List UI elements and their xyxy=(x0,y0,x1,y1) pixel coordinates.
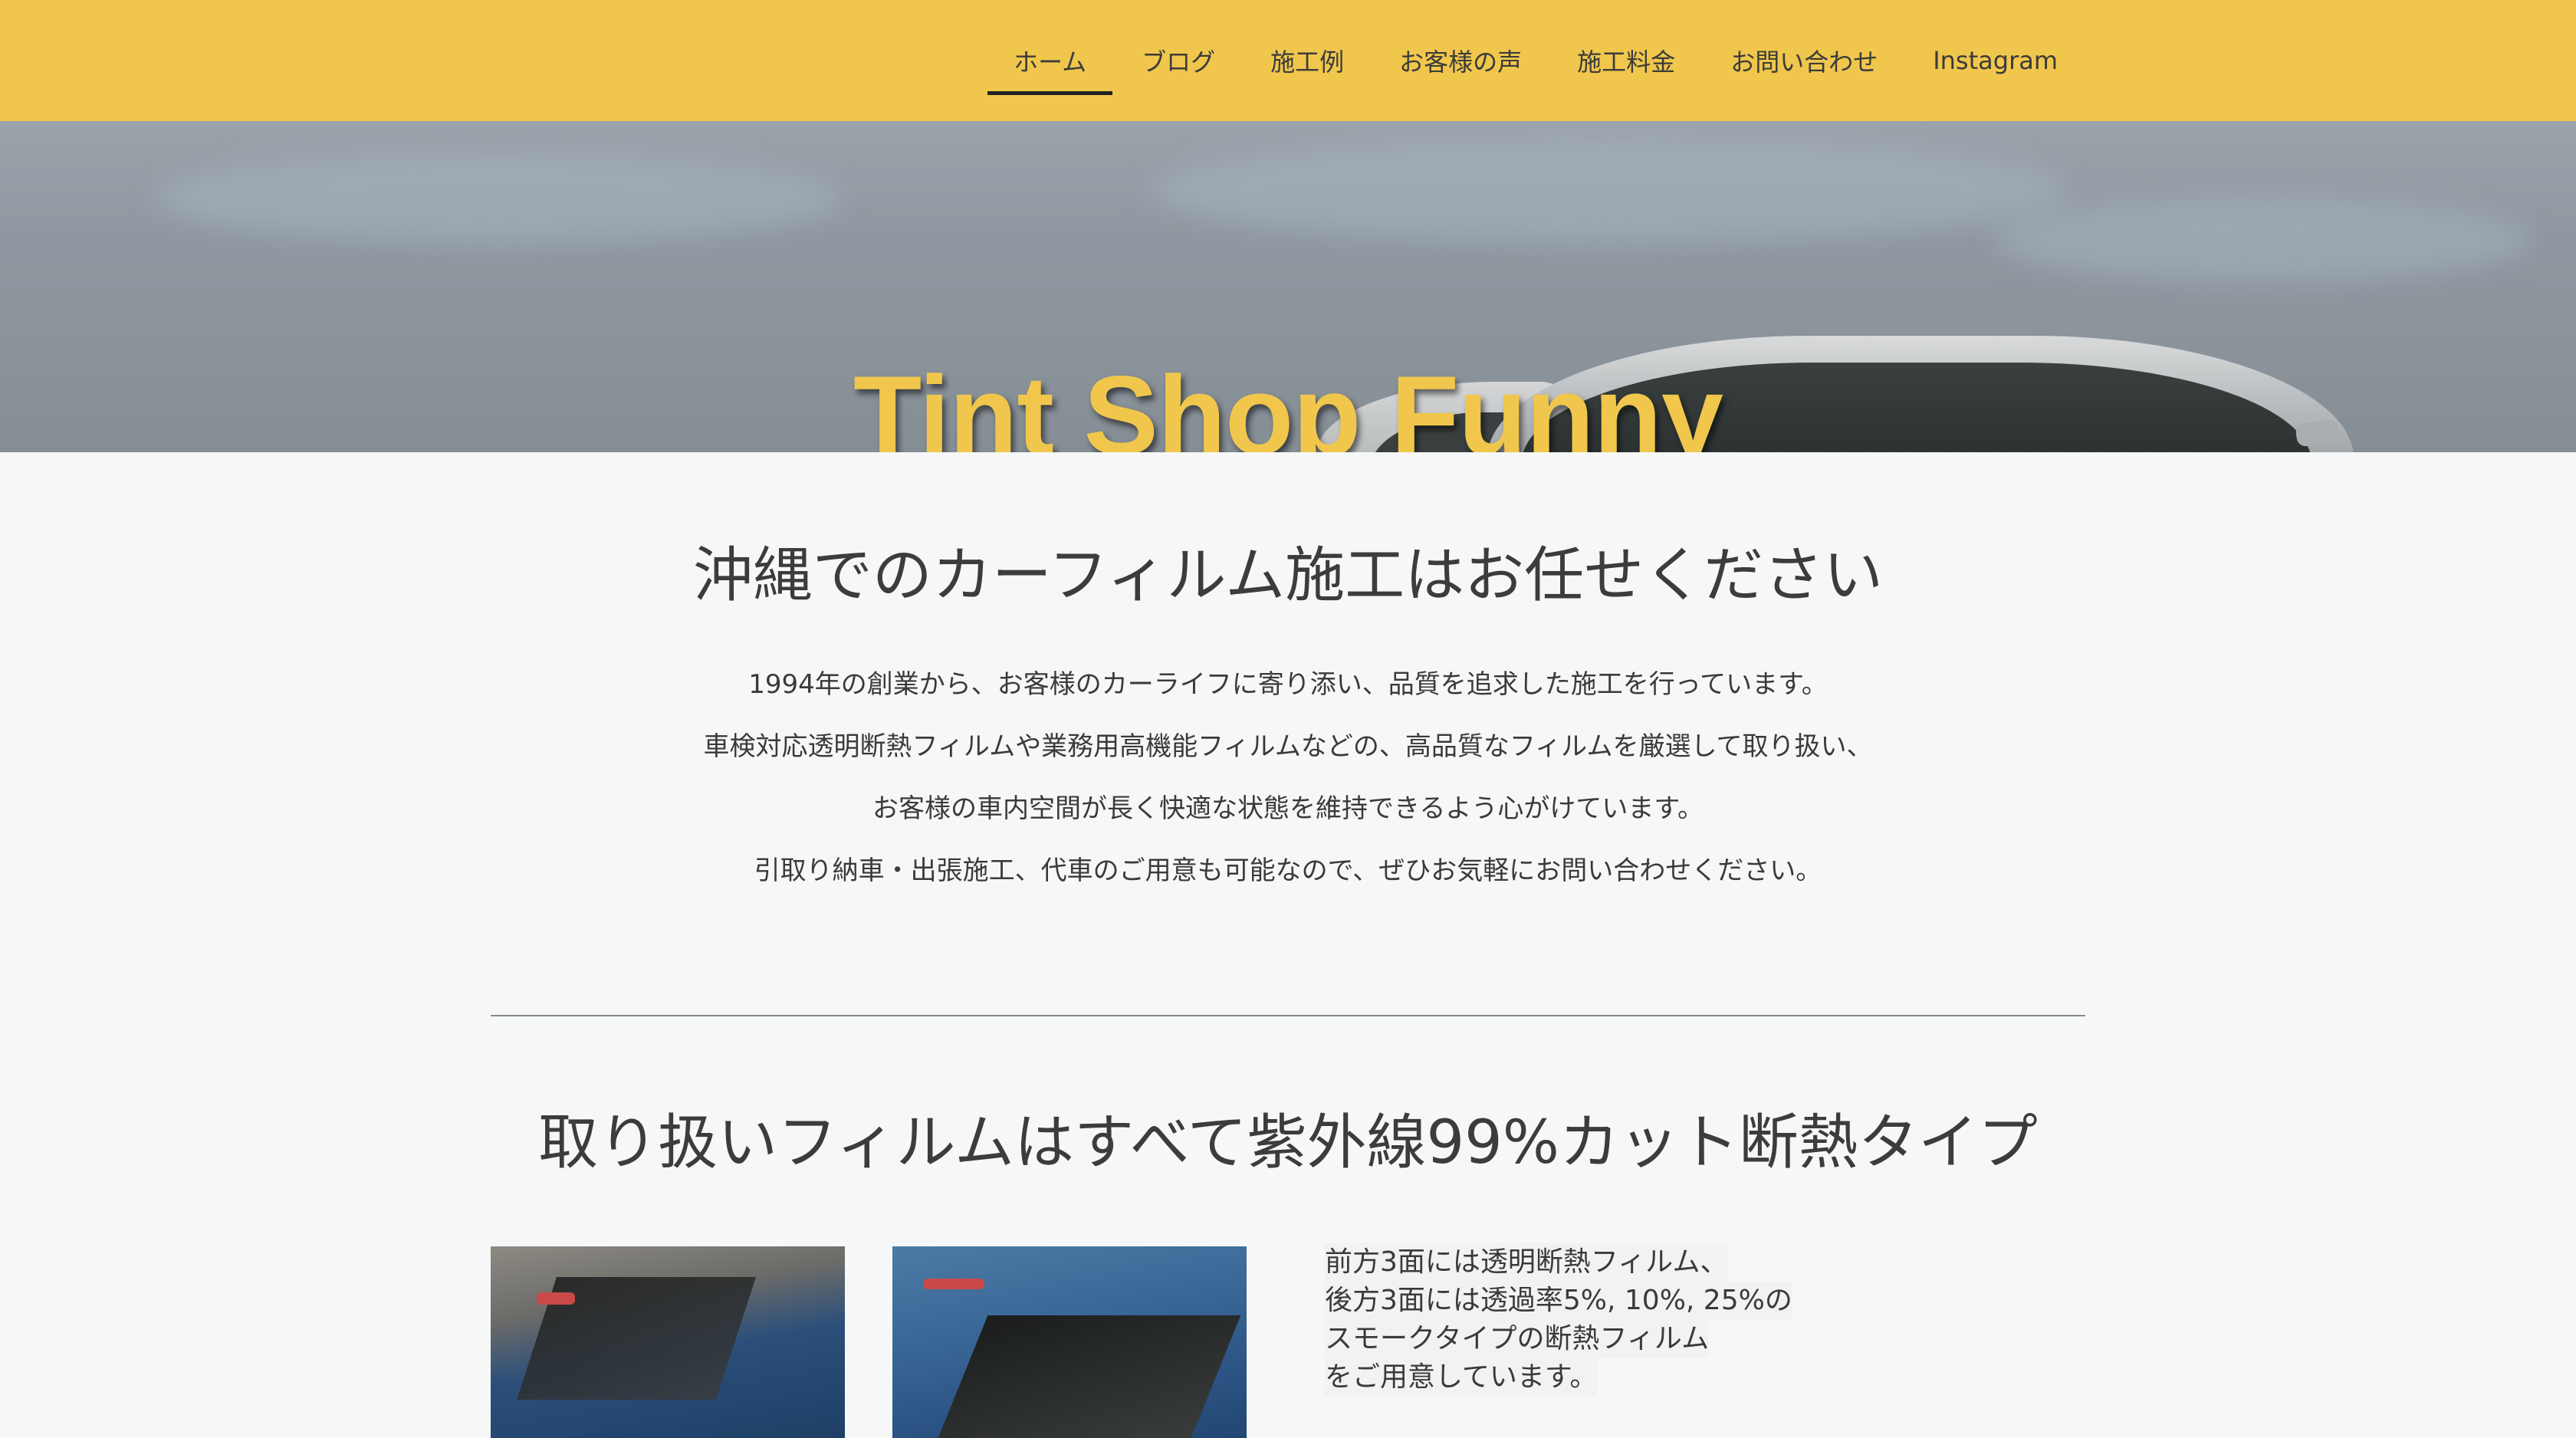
intro-line: 1994年の創業から、お客様のカーライフに寄り添い、品質を追求した施工を行ってい… xyxy=(748,669,1828,700)
hero-banner: Tint Shop Funny xyxy=(0,121,2576,452)
hero-cloud xyxy=(153,152,843,244)
nav-item-pricing[interactable]: 施工料金 xyxy=(1549,0,1703,121)
films-text-line: 前方3面には透明断熱フィルム、 xyxy=(1325,1243,1728,1282)
car-rear-window xyxy=(935,1315,1241,1438)
car-tail-light xyxy=(537,1292,575,1305)
car-tail-light xyxy=(923,1279,984,1289)
nav-item-contact[interactable]: お問い合わせ xyxy=(1703,0,1905,121)
films-text-line: 後方3面には透過率5%, 10%, 25%の xyxy=(1325,1282,1792,1320)
films-text-line: をご用意しています。 xyxy=(1325,1358,1598,1397)
film-photo-1 xyxy=(491,1246,845,1438)
nav-item-blog[interactable]: ブログ xyxy=(1114,0,1243,121)
nav-item-home[interactable]: ホーム xyxy=(986,0,1114,121)
top-nav-bar: ホーム ブログ 施工例 お客様の声 施工料金 お問い合わせ Instagram xyxy=(0,0,2576,121)
intro-text: 1994年の創業から、お客様のカーライフに寄り添い、品質を追求した施工を行ってい… xyxy=(0,665,2576,914)
intro-line: 車検対応透明断熱フィルムや業務用高機能フィルムなどの、高品質なフィルムを厳選して… xyxy=(703,731,1873,762)
nav-item-works[interactable]: 施工例 xyxy=(1243,0,1372,121)
section-divider xyxy=(491,1015,2085,1016)
films-description: 前方3面には透明断熱フィルム、 後方3面には透過率5%, 10%, 25%の ス… xyxy=(1325,1243,1792,1397)
intro-line: お客様の車内空間が長く快適な状態を維持できるよう心がけています。 xyxy=(872,793,1704,824)
main-nav: ホーム ブログ 施工例 お客様の声 施工料金 お問い合わせ Instagram xyxy=(986,0,2576,121)
film-photo-2 xyxy=(892,1246,1247,1438)
hero-cloud xyxy=(1993,198,2530,282)
intro-line: 引取り納車・出張施工、代車のご用意も可能なので、ぜひお気軽にお問い合わせください… xyxy=(754,855,1822,886)
films-heading: 取り扱いフィルムはすべて紫外線99%カット断熱タイプ xyxy=(538,1108,2038,1177)
films-text-line: スモークタイプの断熱フィルム xyxy=(1325,1320,1710,1358)
hero-cloud xyxy=(1150,136,2070,244)
intro-heading: 沖縄でのカーフィルム施工はお任せください xyxy=(692,541,1884,610)
nav-item-instagram[interactable]: Instagram xyxy=(1905,0,2085,121)
nav-item-testimonials[interactable]: お客様の声 xyxy=(1372,0,1549,121)
site-title: Tint Shop Funny xyxy=(853,353,1723,452)
